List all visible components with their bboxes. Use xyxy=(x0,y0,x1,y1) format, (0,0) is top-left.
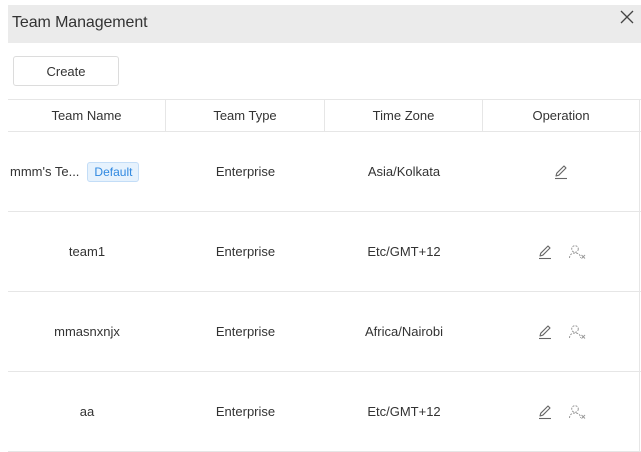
remove-user-icon[interactable] xyxy=(567,322,587,342)
team-table: Team Name Team Type Time Zone Operation … xyxy=(8,99,641,452)
table-row: aa Enterprise Etc/GMT+12 xyxy=(8,372,641,452)
operation-cell xyxy=(483,212,640,291)
edit-icon[interactable] xyxy=(551,162,571,182)
team-type-cell: Enterprise xyxy=(215,324,276,339)
team-name: mmm's Te... xyxy=(10,164,80,179)
team-name-cell: team1 xyxy=(68,244,106,259)
team-type-cell: Enterprise xyxy=(215,164,276,179)
column-header-operation: Operation xyxy=(483,100,640,131)
column-header-team-name: Team Name xyxy=(8,100,166,131)
close-icon[interactable] xyxy=(617,7,637,27)
team-type-cell: Enterprise xyxy=(215,244,276,259)
table-row: team1 Enterprise Etc/GMT+12 xyxy=(8,212,641,292)
edit-icon[interactable] xyxy=(535,322,555,342)
operation-cell xyxy=(483,132,640,211)
remove-user-icon[interactable] xyxy=(567,242,587,262)
remove-user-icon[interactable] xyxy=(567,402,587,422)
time-zone-cell: Africa/Nairobi xyxy=(364,324,444,339)
team-management-dialog: Team Management Create Team Name Team Ty… xyxy=(0,0,641,452)
edit-icon[interactable] xyxy=(535,402,555,422)
column-header-team-type: Team Type xyxy=(166,100,325,131)
time-zone-cell: Etc/GMT+12 xyxy=(367,244,441,259)
column-header-time-zone: Time Zone xyxy=(325,100,483,131)
table-row: mmasnxnjx Enterprise Africa/Nairobi xyxy=(8,292,641,372)
dialog-header: Team Management xyxy=(8,5,641,43)
time-zone-cell: Etc/GMT+12 xyxy=(367,404,441,419)
team-type-cell: Enterprise xyxy=(215,404,276,419)
time-zone-cell: Asia/Kolkata xyxy=(367,164,441,179)
operation-cell xyxy=(483,292,640,371)
team-name-cell: mmasnxnjx xyxy=(54,324,120,339)
operation-cell xyxy=(483,372,640,451)
team-name-cell: mmm's Te... Default xyxy=(8,132,166,211)
default-badge: Default xyxy=(87,161,140,182)
team-name-cell: aa xyxy=(79,404,95,419)
table-header: Team Name Team Type Time Zone Operation xyxy=(8,100,641,132)
edit-icon[interactable] xyxy=(535,242,555,262)
table-row: mmm's Te... Default Enterprise Asia/Kolk… xyxy=(8,132,641,212)
dialog-title: Team Management xyxy=(12,14,148,31)
create-button[interactable]: Create xyxy=(13,56,119,86)
